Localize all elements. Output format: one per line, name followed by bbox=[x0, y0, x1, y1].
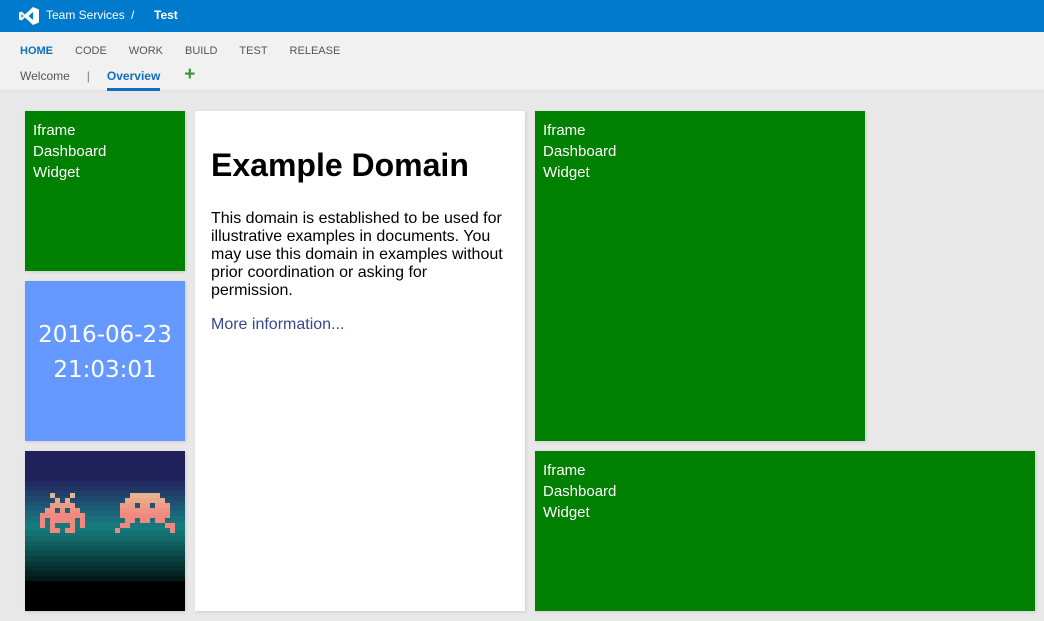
brand-name[interactable]: Team Services bbox=[46, 8, 125, 22]
clock-date: 2016-06-23 bbox=[38, 322, 172, 348]
widget-text-line: Dashboard bbox=[543, 143, 617, 160]
iframe-widget-small[interactable]: Iframe Dashboard Widget bbox=[25, 111, 185, 271]
example-domain-body: This domain is established to be used fo… bbox=[211, 210, 503, 299]
add-dashboard-plus-icon[interactable]: + bbox=[184, 65, 195, 84]
widget-text-line: Dashboard bbox=[33, 143, 107, 160]
clock-widget[interactable]: 2016-06-23 21:03:01 bbox=[25, 281, 185, 441]
widget-text-line: Widget bbox=[543, 504, 590, 521]
tab-work[interactable]: WORK bbox=[129, 45, 163, 57]
widget-text-line: Dashboard bbox=[543, 483, 617, 500]
clock-time: 21:03:01 bbox=[53, 357, 157, 383]
project-name[interactable]: Test bbox=[154, 8, 178, 22]
more-information-link[interactable]: More information... bbox=[211, 316, 509, 334]
widget-text-line: Widget bbox=[543, 164, 590, 181]
tab-code[interactable]: CODE bbox=[75, 45, 107, 57]
widget-text-line: Widget bbox=[33, 164, 80, 181]
navigation-bar: HOME CODE WORK BUILD TEST RELEASE Welcom… bbox=[0, 32, 1044, 91]
iframe-widget-large[interactable]: Iframe Dashboard Widget bbox=[535, 111, 865, 441]
pivot-welcome[interactable]: Welcome bbox=[20, 69, 70, 83]
visual-studio-logo-icon[interactable] bbox=[19, 7, 39, 25]
widget-text-line: Iframe bbox=[543, 122, 586, 139]
tab-home[interactable]: HOME bbox=[20, 45, 53, 57]
example-domain-iframe-widget[interactable]: Example Domain This domain is establishe… bbox=[195, 111, 525, 611]
space-invaders-image-widget[interactable] bbox=[25, 451, 185, 611]
tab-test[interactable]: TEST bbox=[239, 45, 267, 57]
example-domain-title: Example Domain bbox=[211, 147, 469, 183]
breadcrumb-separator: / bbox=[131, 8, 135, 22]
widget-text-line: Iframe bbox=[33, 122, 76, 139]
space-invaders-image bbox=[25, 451, 185, 611]
hub-tabs: HOME CODE WORK BUILD TEST RELEASE bbox=[20, 45, 362, 57]
pivot-overview[interactable]: Overview bbox=[106, 69, 161, 91]
widget-text-line: Iframe bbox=[543, 462, 586, 479]
dashboard-pivots: Welcome | Overview + bbox=[20, 65, 195, 91]
tab-release[interactable]: RELEASE bbox=[290, 45, 341, 57]
tab-build[interactable]: BUILD bbox=[185, 45, 217, 57]
top-bar: Team Services / Test bbox=[0, 0, 1044, 32]
iframe-widget-wide[interactable]: Iframe Dashboard Widget bbox=[535, 451, 1035, 611]
pivot-separator: | bbox=[86, 69, 90, 83]
